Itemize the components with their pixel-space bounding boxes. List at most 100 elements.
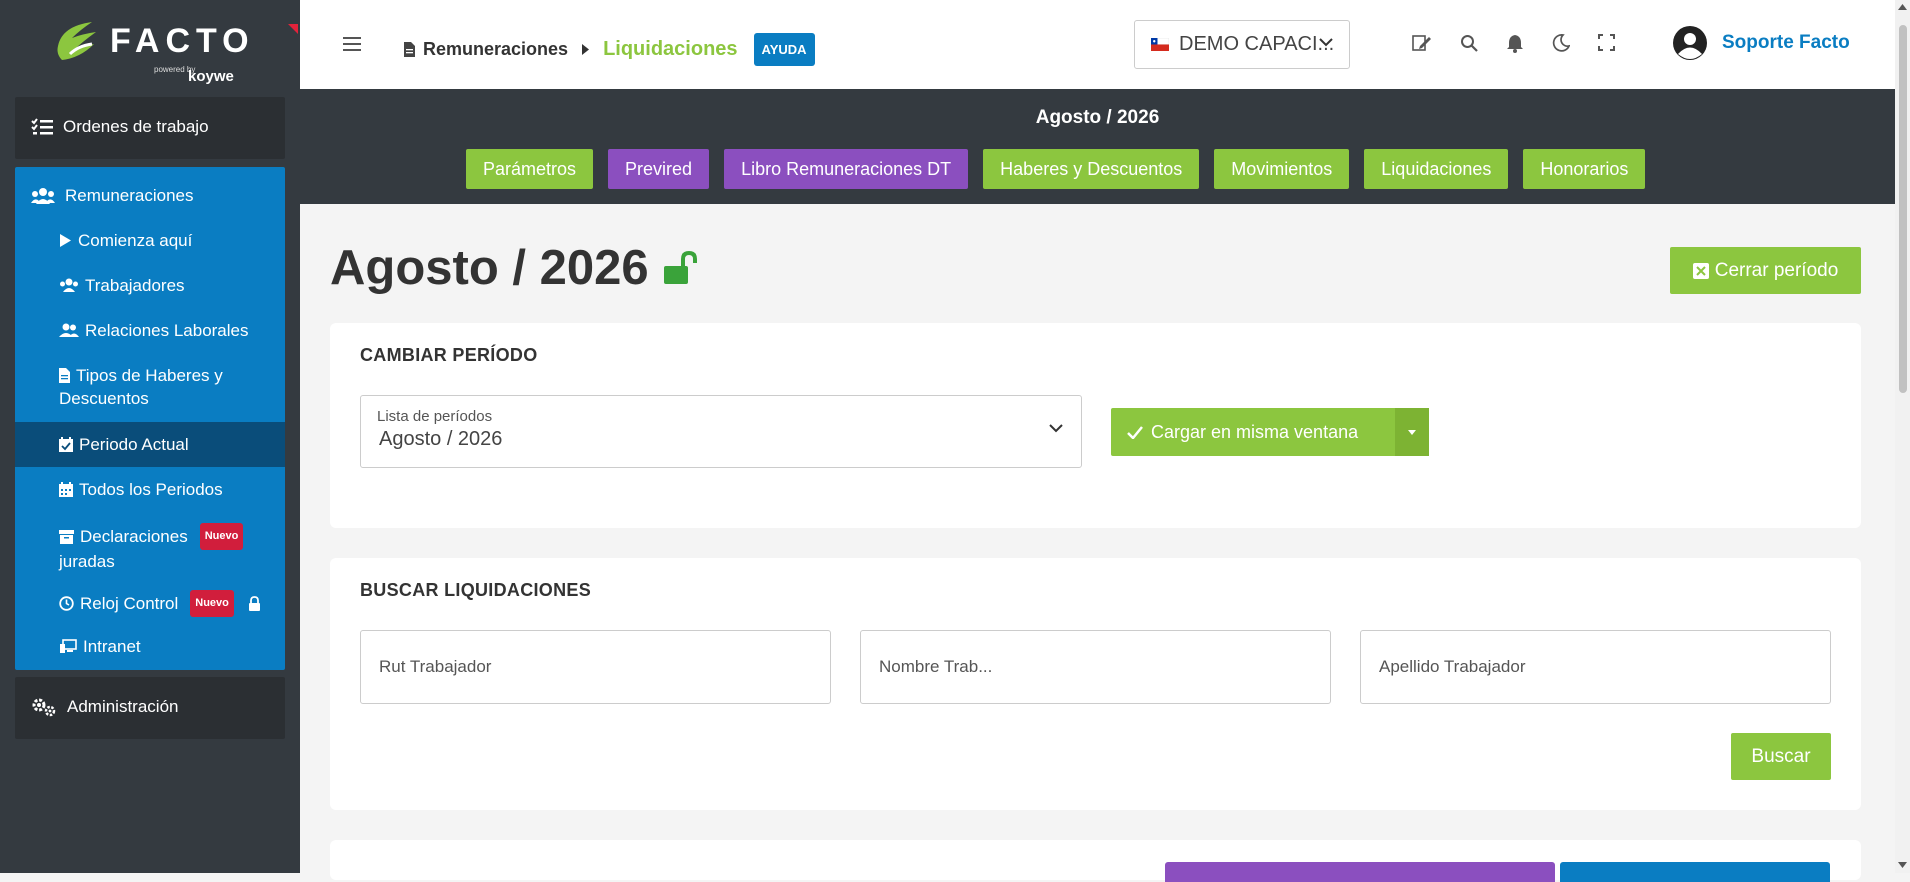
bell-icon[interactable] — [1506, 34, 1524, 53]
company-selector[interactable]: DEMO CAPACI... — [1134, 20, 1350, 69]
caret-right-icon — [582, 44, 590, 55]
sidebar-item-todos-periodos[interactable]: Todos los Periodos — [59, 478, 223, 501]
sidebar-item-tipos-haberes[interactable]: Tipos de Haberes y Descuentos — [59, 364, 223, 410]
users-icon — [60, 278, 78, 292]
search-payslips-card: BUSCAR LIQUIDACIONES Rut Trabajador Nomb… — [330, 558, 1861, 810]
sidebar-item-comienza[interactable]: Comienza aquí — [59, 229, 192, 252]
scroll-thumb[interactable] — [1899, 25, 1907, 393]
sidebar-item-periodo-actual[interactable]: Periodo Actual — [59, 433, 189, 456]
close-box-icon — [1692, 262, 1709, 279]
sidebar-item-label: Tipos de Haberes y — [76, 366, 223, 385]
sidebar-item-label: Periodo Actual — [79, 435, 189, 454]
sidebar-item-label: Ordenes de trabajo — [63, 117, 209, 136]
user-friends-icon — [59, 323, 79, 337]
sidebar-item-line: Tipos de Haberes y — [59, 364, 223, 387]
tab-previred[interactable]: Previred — [608, 149, 710, 189]
chile-flag-icon — [1151, 38, 1169, 51]
brand-name: FACTO — [110, 22, 255, 60]
sidebar-item-label: Administración — [67, 697, 179, 716]
header-icons — [1412, 34, 1615, 53]
sidebar-item-label: Intranet — [83, 637, 141, 656]
scroll-down-icon[interactable] — [1898, 862, 1907, 868]
tab-haberes-descuentos[interactable]: Haberes y Descuentos — [983, 149, 1200, 189]
archive-icon — [59, 529, 74, 544]
unlock-icon — [663, 251, 697, 284]
search-button[interactable]: Buscar — [1731, 733, 1831, 780]
period-title: Agosto / 2026 — [1035, 107, 1160, 128]
sidebar-item-label: Relaciones Laborales — [85, 321, 249, 340]
page-title: Agosto / 2026 — [330, 240, 699, 296]
page-scrollbar[interactable] — [1895, 0, 1910, 873]
sidebar-item-label-2: Descuentos — [59, 389, 149, 408]
sidebar: FACTO powered by koywe Ordenes de trabaj… — [0, 0, 300, 873]
help-button[interactable]: AYUDA — [753, 33, 815, 66]
breadcrumb-section[interactable]: Remuneraciones — [423, 39, 568, 60]
sidebar-item-remuneraciones[interactable]: Remuneraciones — [31, 186, 194, 206]
sidebar-item-label: Trabajadores — [85, 276, 185, 295]
new-badge: Nuevo — [190, 590, 234, 617]
facto-logo[interactable]: FACTO powered by koywe — [52, 16, 298, 85]
clock-icon — [59, 596, 74, 611]
tab-movimientos[interactable]: Movimientos — [1214, 149, 1350, 189]
scroll-up-icon[interactable] — [1898, 4, 1907, 10]
name-input[interactable]: Nombre Trab... — [860, 630, 1331, 704]
close-period-button[interactable]: Cerrar período — [1670, 247, 1861, 294]
partner-name: koywe — [188, 68, 234, 85]
load-options-dropdown[interactable] — [1395, 408, 1429, 456]
period-tabs: Parámetros Previred Libro Remuneraciones… — [466, 149, 1646, 189]
sidebar-item-reloj-control[interactable]: Reloj Control Nuevo — [59, 590, 261, 617]
play-icon — [60, 234, 71, 247]
intranet-icon — [60, 639, 77, 653]
sidebar-item-label: Reloj Control — [80, 594, 179, 613]
lock-icon — [248, 596, 260, 611]
sidebar-item-line: Declaraciones Nuevo — [59, 523, 244, 550]
tab-libro-remuneraciones[interactable]: Libro Remuneraciones DT — [724, 149, 969, 189]
user-menu[interactable]: Soporte Facto — [1672, 25, 1850, 61]
tab-liquidaciones[interactable]: Liquidaciones — [1364, 149, 1509, 189]
chevron-down-icon — [1319, 38, 1333, 47]
sidebar-item-ordenes[interactable]: Ordenes de trabajo — [15, 97, 285, 159]
breadcrumb: Remuneraciones Liquidaciones AYUDA — [404, 33, 815, 66]
signature-icon[interactable] — [1412, 34, 1432, 52]
load-same-window-button[interactable]: Cargar en misma ventana — [1111, 408, 1395, 456]
sidebar-item-trabajadores[interactable]: Trabajadores — [59, 274, 185, 297]
sidebar-item-ordenes-row: Ordenes de trabajo — [31, 117, 209, 137]
period-select-value: Agosto / 2026 — [379, 428, 503, 450]
sidebar-item-label: Comienza aquí — [78, 231, 193, 250]
blue-action-button[interactable] — [1560, 862, 1830, 882]
sidebar-item-label: Declaraciones — [80, 527, 188, 546]
users-icon — [31, 188, 55, 204]
company-name: DEMO CAPACI... — [1179, 33, 1335, 55]
period-bar: Agosto / 2026 Parámetros Previred Libro … — [300, 89, 1895, 204]
load-same-window-label: Cargar en misma ventana — [1151, 421, 1359, 442]
change-period-title: CAMBIAR PERÍODO — [360, 345, 538, 365]
top-header: Remuneraciones Liquidaciones AYUDA DEMO … — [300, 0, 1895, 89]
file-icon — [404, 42, 415, 57]
search-icon[interactable] — [1460, 34, 1478, 52]
sidebar-item-label-2: juradas — [59, 552, 115, 571]
sidebar-item-relaciones[interactable]: Relaciones Laborales — [59, 319, 249, 342]
dark-mode-moon-icon[interactable] — [1552, 34, 1570, 52]
sidebar-item-administracion[interactable]: Administración — [15, 677, 285, 739]
hamburger-menu-icon[interactable] — [343, 36, 361, 52]
cogs-icon — [32, 698, 56, 717]
breadcrumb-current: Liquidaciones — [603, 38, 738, 60]
user-name: Soporte Facto — [1722, 32, 1850, 53]
rut-input[interactable]: Rut Trabajador — [360, 630, 831, 704]
sidebar-item-label: Remuneraciones — [65, 186, 194, 205]
tab-honorarios[interactable]: Honorarios — [1523, 149, 1646, 189]
tasks-icon — [31, 118, 53, 135]
fullscreen-icon[interactable] — [1598, 34, 1615, 51]
period-select[interactable]: Lista de períodos Agosto / 2026 — [360, 395, 1082, 468]
load-period-button-group: Cargar en misma ventana — [1111, 408, 1429, 456]
lastname-input[interactable]: Apellido Trabajador — [1360, 630, 1831, 704]
sidebar-item-declaraciones[interactable]: Declaraciones Nuevo juradas — [59, 523, 244, 573]
calendar-check-icon — [59, 437, 73, 452]
facto-logo-icon — [57, 22, 96, 60]
tab-parametros[interactable]: Parámetros — [466, 149, 594, 189]
sidebar-item-admin-row: Administración — [31, 697, 179, 717]
purple-action-button[interactable] — [1165, 862, 1555, 882]
sidebar-item-intranet[interactable]: Intranet — [59, 635, 141, 658]
chevron-down-icon — [1049, 424, 1063, 433]
change-period-card: CAMBIAR PERÍODO Lista de períodos Agosto… — [330, 323, 1861, 528]
